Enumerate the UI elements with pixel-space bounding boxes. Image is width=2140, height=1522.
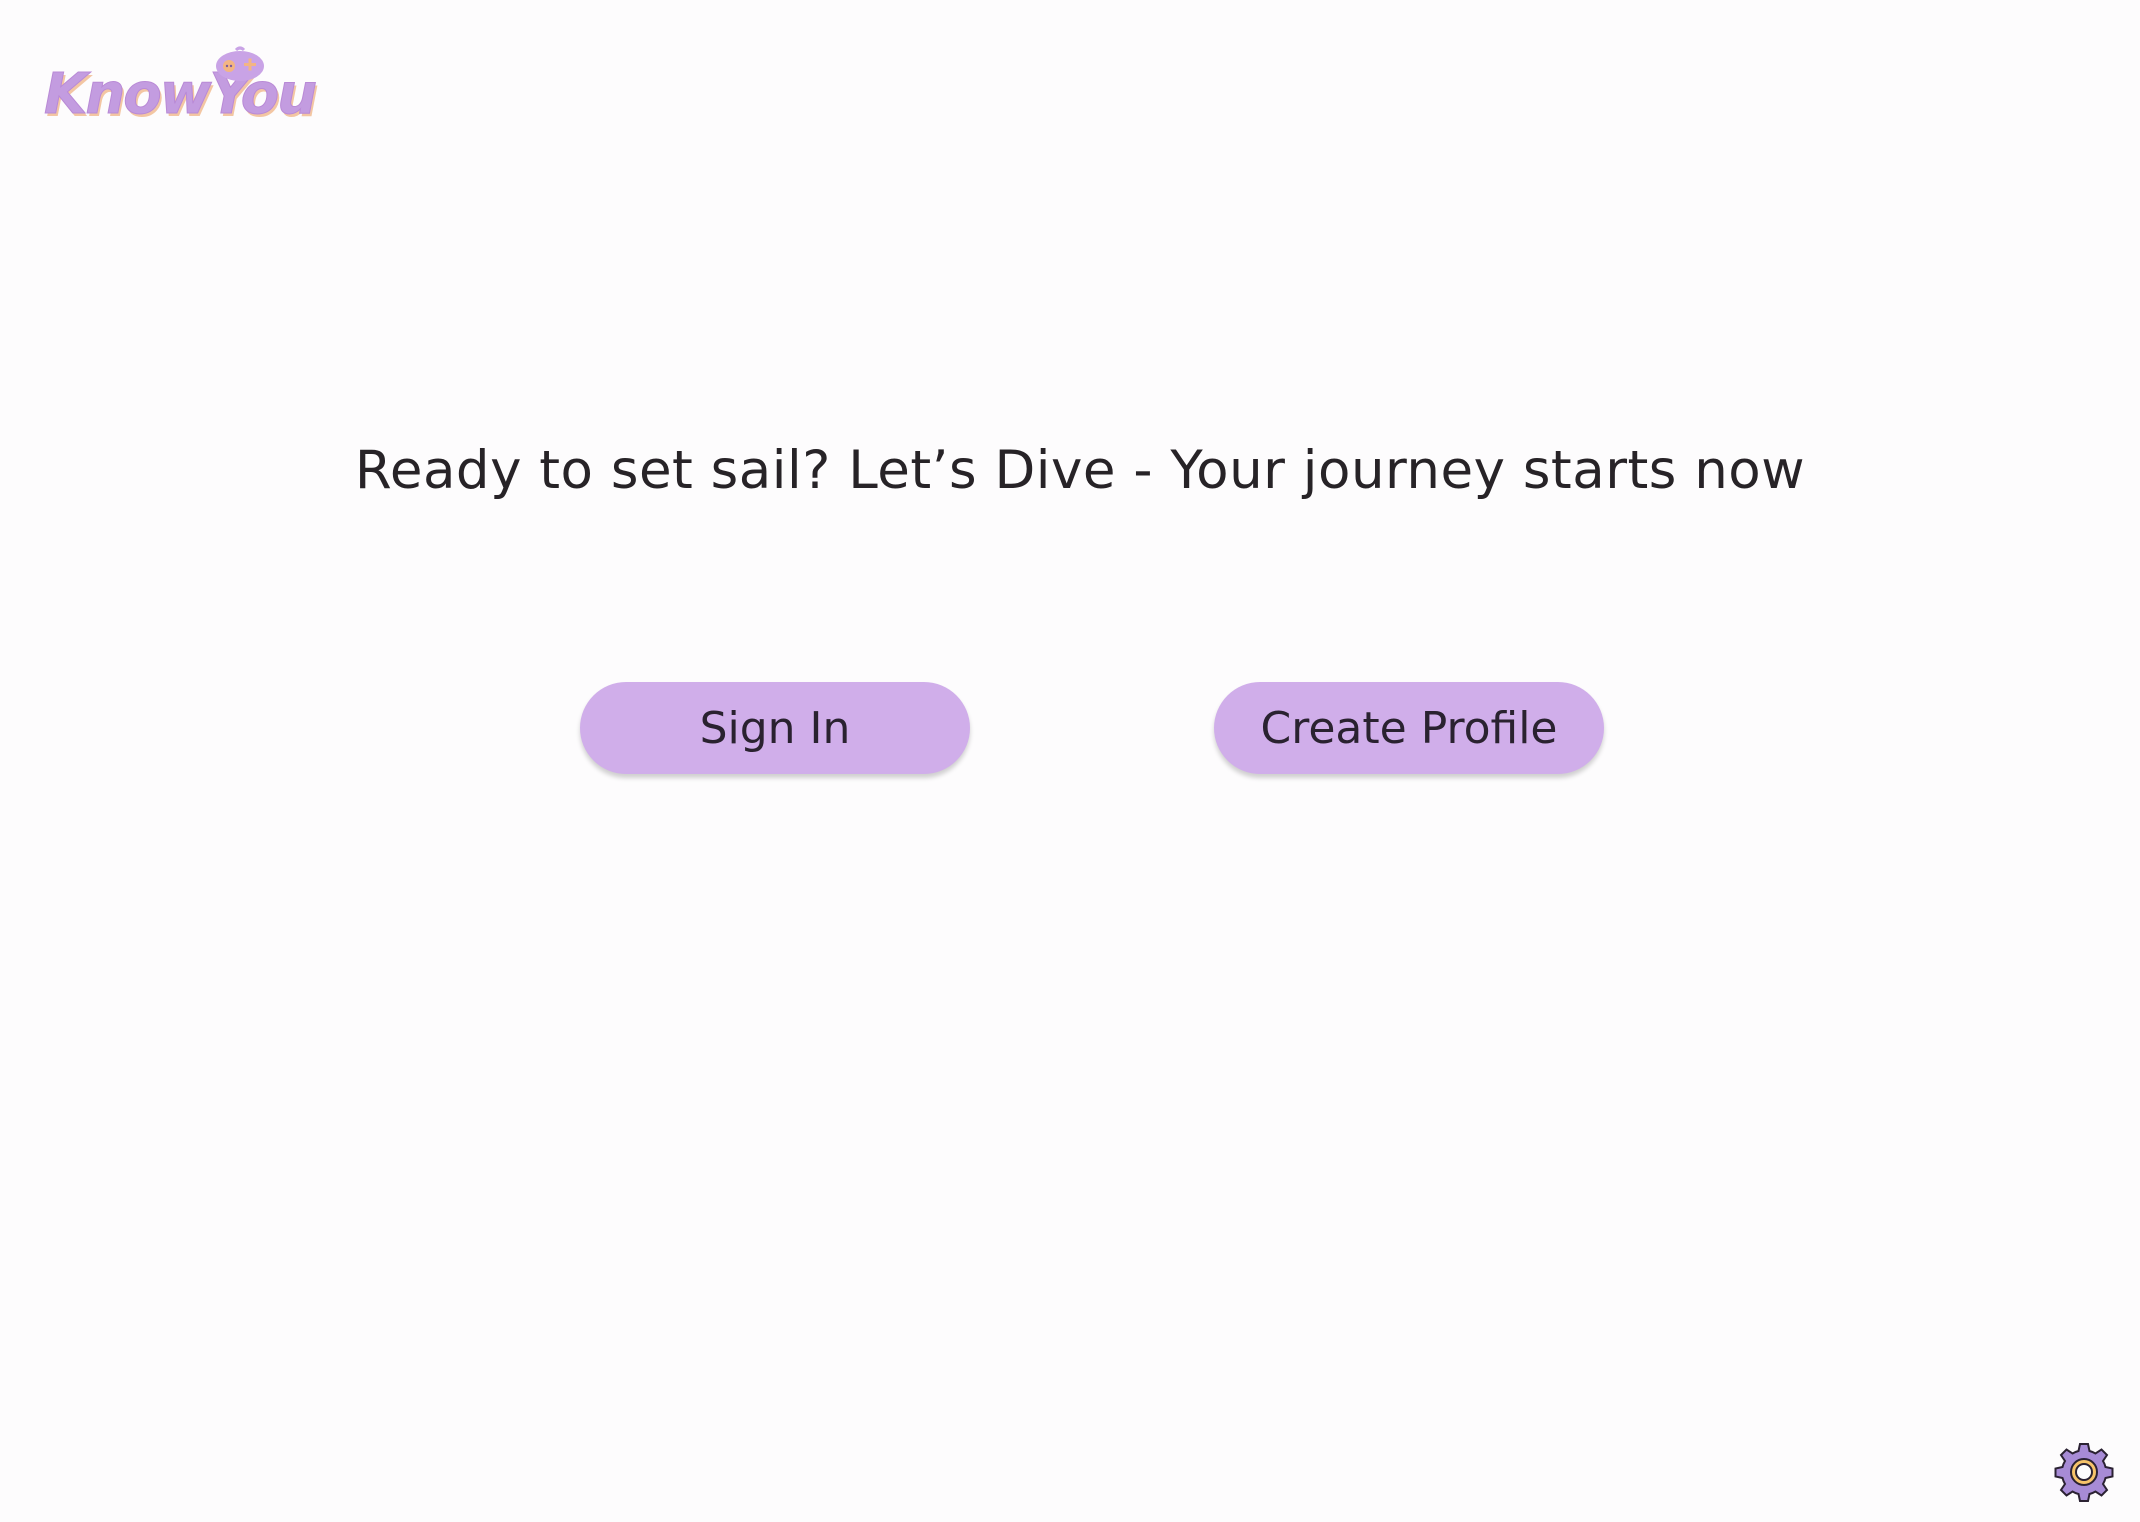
logo-text: KnowYou xyxy=(43,62,317,128)
sign-in-button[interactable]: Sign In xyxy=(580,682,970,774)
landing-page: KnowYou Ready to set sail? Let’s Dive - … xyxy=(0,0,2140,1522)
gear-icon[interactable] xyxy=(2052,1440,2116,1504)
gamepad-badge-icon xyxy=(216,46,264,81)
create-profile-button[interactable]: Create Profile xyxy=(1214,682,1604,774)
welcome-headline: Ready to set sail? Let’s Dive - Your jou… xyxy=(354,440,1806,501)
knowyou-logo[interactable]: KnowYou xyxy=(40,44,318,134)
